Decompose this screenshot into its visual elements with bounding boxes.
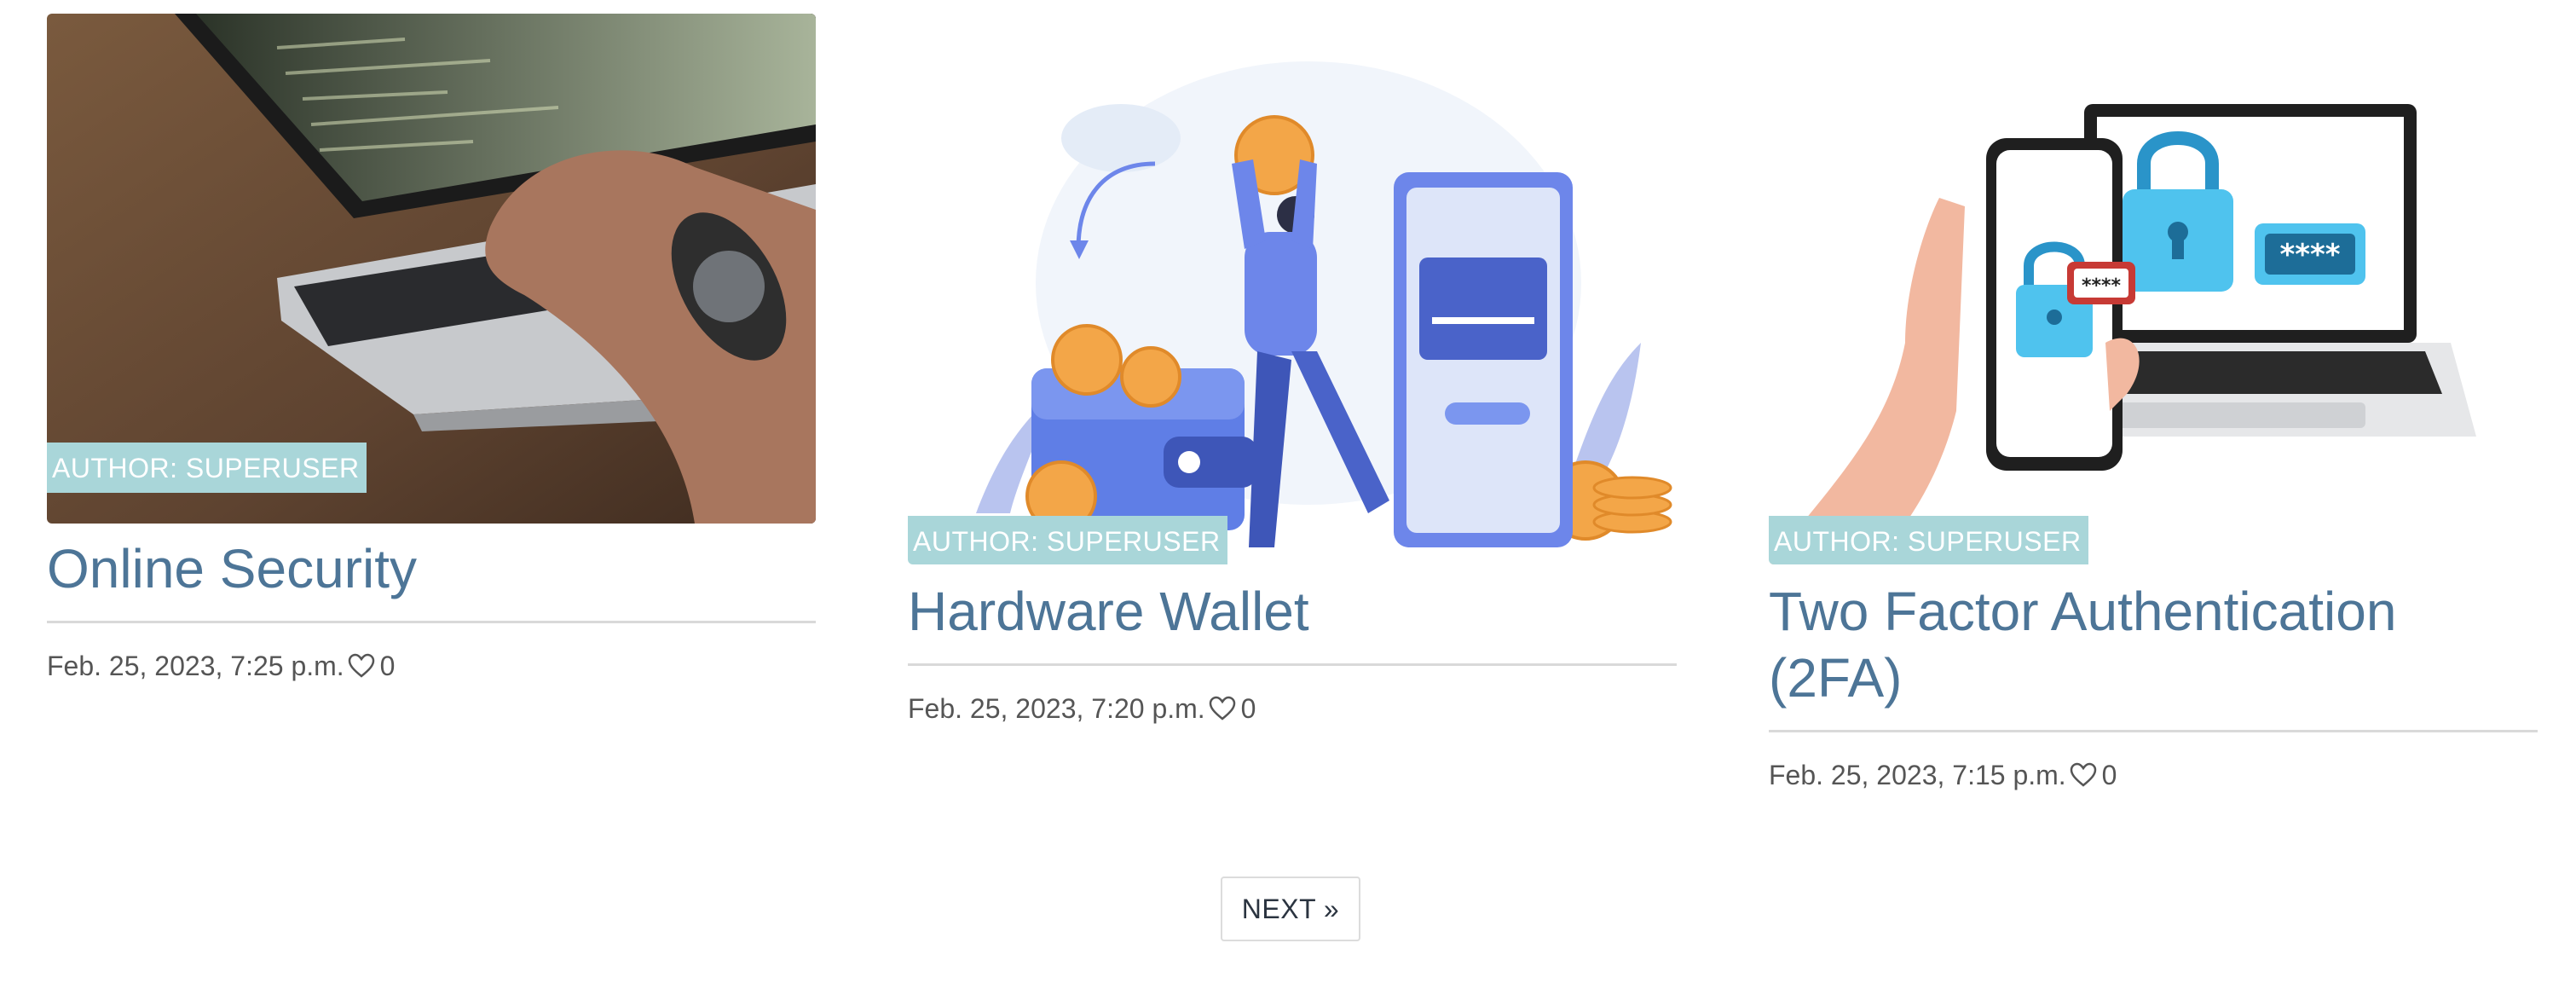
divider [47,621,816,623]
divider [1769,730,2538,732]
smartphone-icon: **** [1986,138,2135,471]
post-grid: AUTHOR: SUPERUSER Online Security Feb. 2… [0,0,2576,1001]
post-title-link[interactable]: Hardware Wallet [908,578,1677,645]
svg-text:****: **** [2082,275,2122,297]
like-count: 0 [1240,693,1256,724]
two-factor-illustration: **** **** [1769,104,2476,564]
post-date: Feb. 25, 2023, 7:15 p.m. [1769,760,2066,790]
author-badge: AUTHOR: SUPERUSER [47,443,367,493]
post-thumbnail[interactable]: AUTHOR: SUPERUSER [908,36,1677,564]
post-card: AUTHOR: SUPERUSER Online Security Feb. 2… [47,14,816,683]
svg-text:****: **** [2279,238,2340,272]
hardware-wallet-illustration [976,61,1672,547]
like-count: 0 [2101,760,2117,790]
like-count: 0 [379,651,396,681]
heart-icon[interactable] [348,653,375,679]
post-title-link[interactable]: Two Factor Authentication (2FA) [1769,578,2538,711]
post-card: AUTHOR: SUPERUSER Hardware Wallet Feb. 2… [908,36,1677,726]
next-page-button[interactable]: NEXT » [1221,877,1360,941]
divider [908,663,1677,666]
post-card: **** **** AUTHOR: SUPERUSER Two Factor A… [1769,36,2538,792]
post-meta: Feb. 25, 2023, 7:20 p.m. 0 [908,691,1677,726]
phone-icon [1394,172,1573,547]
heart-icon[interactable] [2070,762,2097,788]
author-badge: AUTHOR: SUPERUSER [1769,516,2088,564]
post-title-link[interactable]: Online Security [47,535,816,602]
post-thumbnail[interactable]: **** **** AUTHOR: SUPERUSER [1769,36,2538,564]
post-thumbnail[interactable]: AUTHOR: SUPERUSER [47,14,816,524]
post-meta: Feb. 25, 2023, 7:25 p.m. 0 [47,649,816,683]
post-meta: Feb. 25, 2023, 7:15 p.m. 0 [1769,758,2538,792]
post-date: Feb. 25, 2023, 7:25 p.m. [47,651,344,681]
post-date: Feb. 25, 2023, 7:20 p.m. [908,693,1205,724]
heart-icon[interactable] [1209,696,1236,721]
author-badge: AUTHOR: SUPERUSER [908,516,1227,564]
